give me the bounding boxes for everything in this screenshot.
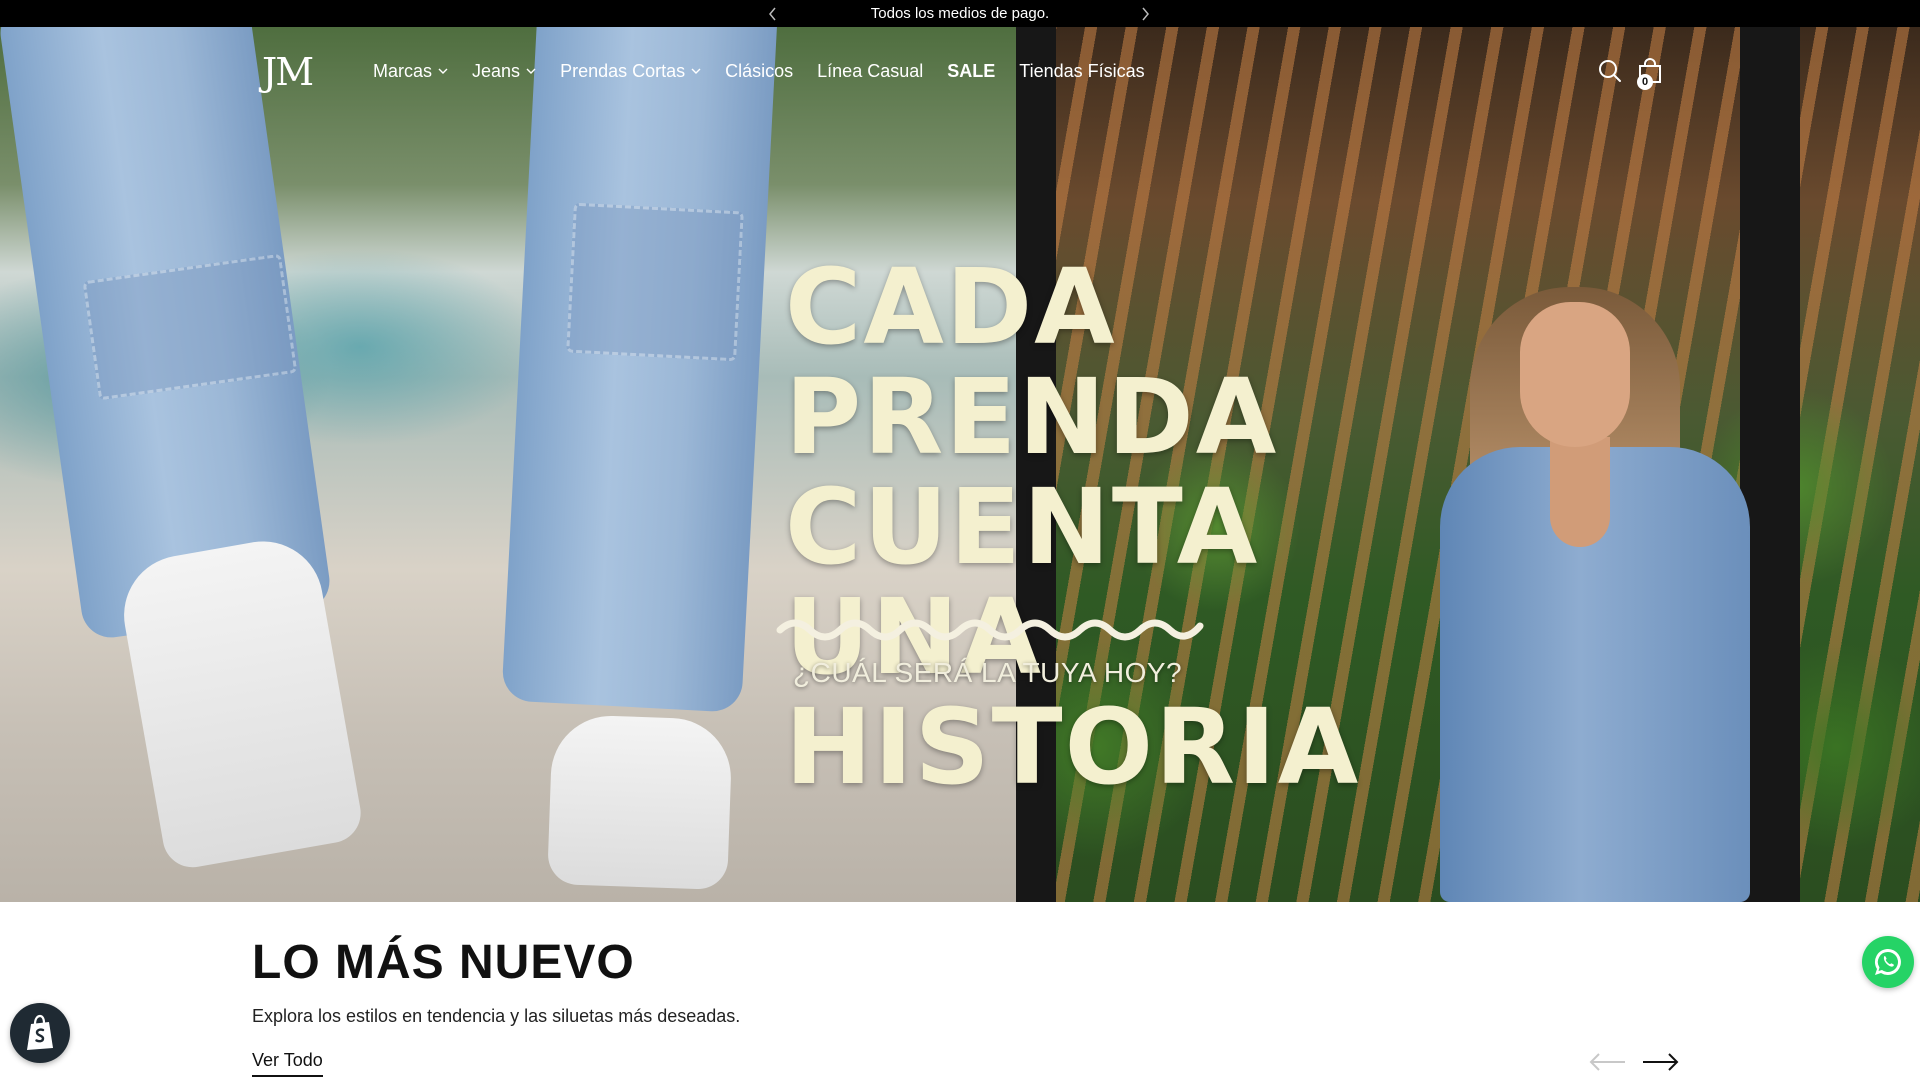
announcement-bar: Todos los medios de pago. <box>0 0 1920 27</box>
chevron-left-icon <box>769 7 776 20</box>
jeans-pocket <box>566 202 744 362</box>
announcement-prev-button[interactable] <box>761 0 785 27</box>
hero-banner[interactable]: CADA PRENDA CUENTA UNA HISTORIA ¿CUÁL SE… <box>0 27 1920 902</box>
arrow-left-icon <box>1589 1053 1625 1071</box>
model-face <box>1520 302 1630 447</box>
whatsapp-button[interactable] <box>1862 936 1914 988</box>
chevron-right-icon <box>1142 7 1149 20</box>
carousel-prev-button[interactable] <box>1585 1047 1629 1077</box>
nav-item-sale[interactable]: SALE <box>947 61 995 82</box>
nav-item-label: SALE <box>947 60 996 81</box>
jeans-leg-image <box>501 27 779 713</box>
search-button[interactable] <box>1590 51 1630 91</box>
header-actions: 0 <box>1590 27 1670 115</box>
section-title: LO MÁS NUEVO <box>252 936 635 989</box>
nav-item-prendas-cortas[interactable]: Prendas Cortas <box>560 61 701 82</box>
carousel-next-button[interactable] <box>1639 1047 1683 1077</box>
nav-item-label: Tiendas Físicas <box>1019 60 1145 81</box>
cart-button[interactable]: 0 <box>1630 51 1670 91</box>
chevron-down-icon <box>526 68 536 74</box>
view-all-link[interactable]: Ver Todo <box>252 1050 323 1077</box>
nav-item-jeans[interactable]: Jeans <box>472 61 536 82</box>
nav-item-marcas[interactable]: Marcas <box>373 61 448 82</box>
chevron-down-icon <box>691 68 701 74</box>
nav-item-label: Jeans <box>472 60 521 81</box>
section-description: Explora los estilos en tendencia y las s… <box>252 1006 741 1026</box>
site-header: JM Marcas Jeans Prendas Cortas Clásicos … <box>0 27 1920 115</box>
carousel-controls <box>1585 1047 1683 1077</box>
brand-logo[interactable]: JM <box>262 47 332 97</box>
sneaker-image <box>547 713 733 891</box>
announcement-next-button[interactable] <box>1133 0 1157 27</box>
whatsapp-icon <box>1874 948 1901 975</box>
nav-item-label: Marcas <box>373 60 433 81</box>
logo-text: JM <box>262 50 314 94</box>
search-icon <box>1599 60 1621 82</box>
shopify-badge[interactable] <box>10 1003 70 1063</box>
nav-item-linea-casual[interactable]: Línea Casual <box>817 61 923 82</box>
hero-subheadline: ¿CUÁL SERÁ LA TUYA HOY? <box>793 657 1183 688</box>
arrow-right-icon <box>1643 1053 1679 1071</box>
nav-item-clasicos[interactable]: Clásicos <box>725 61 793 82</box>
announcement-text: Todos los medios de pago. <box>870 5 1050 22</box>
nav-item-label: Clásicos <box>725 60 794 81</box>
hero-headline-line: HISTORIA <box>785 686 1361 808</box>
new-arrivals-section: LO MÁS NUEVO Explora los estilos en tend… <box>252 935 1679 1077</box>
main-nav: Marcas Jeans Prendas Cortas Clásicos Lín… <box>373 27 1169 115</box>
model-neck <box>1550 437 1610 547</box>
nav-item-label: Línea Casual <box>817 60 924 81</box>
hero-headline: CADA PRENDA CUENTA UNA HISTORIA <box>785 252 1485 802</box>
chevron-down-icon <box>438 68 448 74</box>
cart-count-badge: 0 <box>1637 74 1653 90</box>
hero-headline-line: CADA PRENDA <box>785 246 1279 478</box>
shopify-icon <box>27 1014 53 1050</box>
nav-item-label: Prendas Cortas <box>560 60 686 81</box>
wave-decoration <box>776 619 1204 641</box>
nav-item-tiendas-fisicas[interactable]: Tiendas Físicas <box>1019 61 1144 82</box>
